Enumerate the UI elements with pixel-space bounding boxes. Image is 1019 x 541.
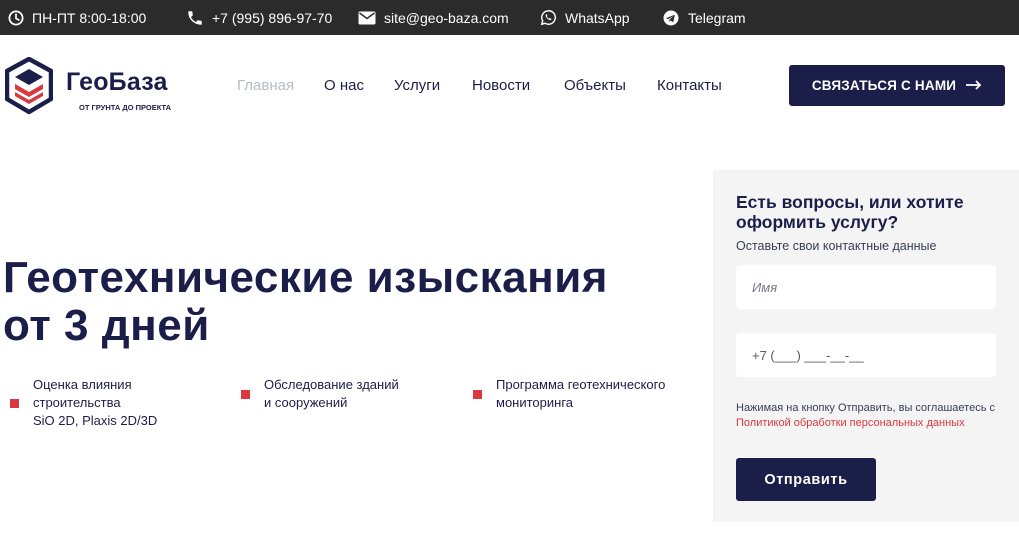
whatsapp-link[interactable]: WhatsApp [540, 0, 630, 35]
nav-item-services[interactable]: Услуги [394, 74, 440, 96]
phone-number: +7 (995) 896-97-70 [212, 9, 333, 26]
brand-name: ГеоБаза [66, 68, 168, 96]
feature-text: и сооружений [264, 395, 348, 410]
logo[interactable]: ГеоБаза ОТ ГРУНТА ДО ПРОЕКТА [4, 56, 185, 120]
contact-us-label: СВЯЗАТЬСЯ С НАМИ [811, 78, 957, 93]
privacy-policy-link[interactable]: Политикой обработки персональных данных [736, 417, 965, 429]
nav-item-about[interactable]: О нас [324, 74, 364, 96]
form-title-line-2: оформить услугу? [736, 212, 899, 232]
hero-title-line-1: Геотехнические изыскания [3, 253, 608, 302]
nav-item-contacts[interactable]: Контакты [657, 74, 722, 96]
nav-item-home[interactable]: Главная [237, 74, 294, 96]
form-title-line-1: Есть вопросы, или хотите [736, 192, 964, 212]
telegram-icon [662, 9, 680, 27]
phone-link[interactable]: +7 (995) 896-97-70 [186, 0, 332, 35]
red-square-bullet-icon [241, 390, 250, 399]
email-link[interactable]: site@geo-baza.com [358, 0, 509, 35]
hero-title: Геотехнические изыскания от 3 дней [3, 254, 703, 350]
feature-text: строительства [33, 395, 121, 410]
email-address: site@geo-baza.com [384, 9, 509, 26]
consent-text: Нажимая на кнопку Отправить, вы соглашае… [736, 401, 1006, 431]
phone-icon [186, 9, 204, 27]
feature-text: Программа геотехнического [496, 377, 666, 392]
brand-tagline: ОТ ГРУНТА ДО ПРОЕКТА [79, 103, 172, 112]
logo-cube-icon [4, 56, 54, 120]
form-title: Есть вопросы, или хотите оформить услугу… [736, 192, 1006, 232]
nav-item-news[interactable]: Новости [472, 74, 530, 96]
red-square-bullet-icon [10, 399, 19, 408]
whatsapp-icon [540, 9, 557, 26]
name-field[interactable] [736, 265, 996, 309]
telegram-label: Telegram [688, 9, 746, 26]
mail-icon [358, 11, 376, 25]
submit-button[interactable]: Отправить [736, 458, 876, 501]
contact-form-panel: Есть вопросы, или хотите оформить услугу… [713, 170, 1019, 522]
top-bar: ПН-ПТ 8:00-18:00 +7 (995) 896-97-70 site… [0, 0, 1019, 35]
feature-text: мониторинга [496, 395, 574, 410]
work-hours-text: ПН-ПТ 8:00-18:00 [32, 9, 147, 26]
feature-text: Обследование зданий [264, 377, 399, 392]
hero-title-line-2: от 3 дней [3, 301, 210, 350]
clock-icon [8, 10, 24, 26]
feature-text: SiO 2D, Plaxis 2D/3D [33, 413, 158, 428]
nav-item-objects[interactable]: Объекты [564, 74, 626, 96]
whatsapp-label: WhatsApp [565, 9, 630, 26]
phone-field[interactable] [736, 333, 996, 377]
feature-text: Оценка влияния [33, 377, 132, 392]
consent-prefix: Нажимая на кнопку Отправить, вы соглашае… [736, 402, 995, 414]
red-square-bullet-icon [473, 390, 482, 399]
arrow-right-icon [966, 78, 982, 93]
telegram-link[interactable]: Telegram [662, 0, 746, 35]
form-subtitle: Оставьте свои контактные данные [736, 239, 937, 253]
work-hours: ПН-ПТ 8:00-18:00 [8, 0, 146, 35]
contact-us-button[interactable]: СВЯЗАТЬСЯ С НАМИ [789, 65, 1005, 106]
